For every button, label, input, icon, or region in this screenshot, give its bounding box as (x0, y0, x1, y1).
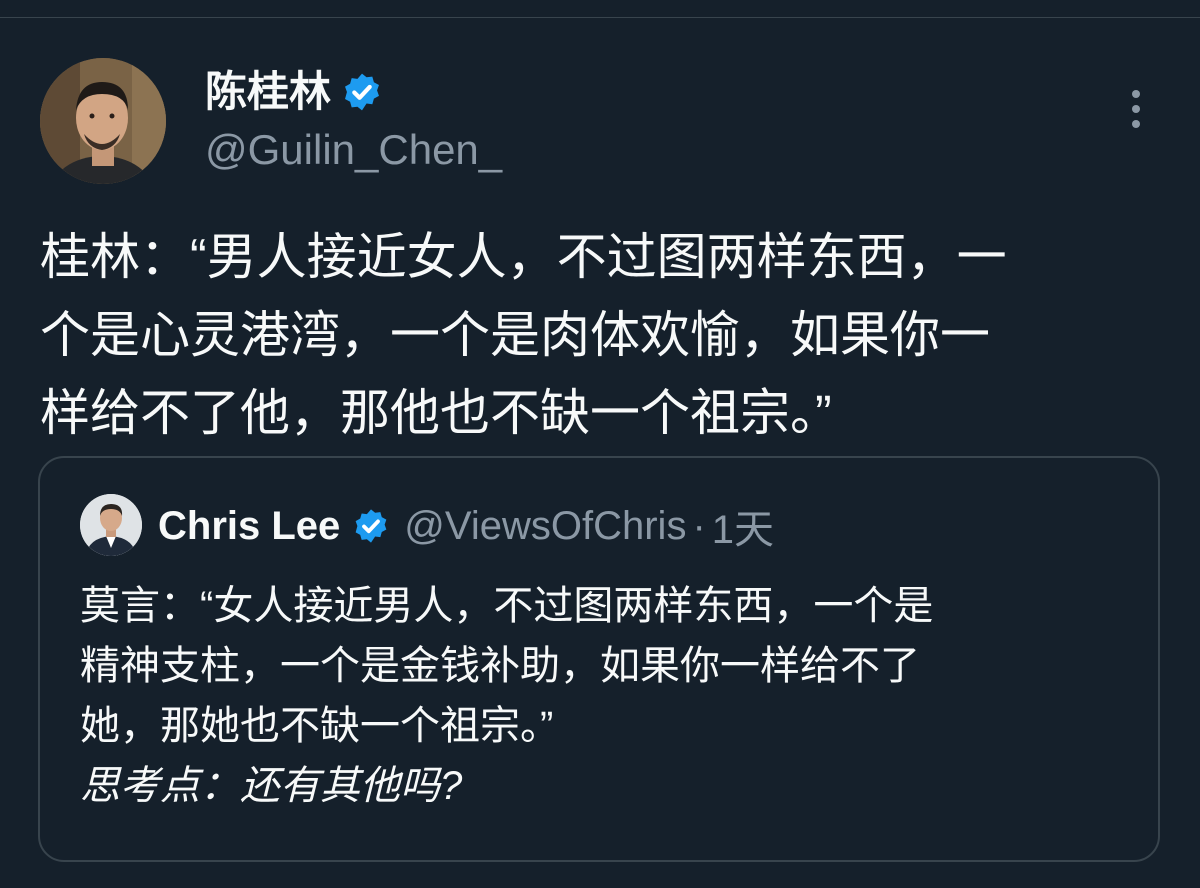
quoted-handle[interactable]: @ViewsOfChris (404, 504, 686, 549)
quoted-text-line: 她，那她也不缺一个祖宗。” (80, 704, 554, 748)
quoted-note-line: 思考点：还有其他吗? (80, 764, 463, 808)
quoted-author-avatar-image (80, 494, 142, 556)
quoted-timestamp[interactable]: 1天 (712, 497, 774, 555)
more-options-button[interactable] (1120, 86, 1152, 132)
verified-badge-icon (352, 507, 390, 545)
author-display-name[interactable]: 陈桂林 (205, 64, 331, 120)
top-divider (0, 17, 1200, 18)
verified-badge-icon (341, 71, 383, 113)
tweet-text-line: 桂林：“男人接近女人，不过图两样东西，一 (40, 229, 1007, 285)
quoted-header: Chris Lee @ViewsOfChris · 1天 (158, 498, 774, 554)
tweet-text-line: 样给不了他，那他也不缺一个祖宗。” (40, 385, 832, 441)
tweet-page: 陈桂林 @Guilin_Chen_ 桂林：“男人接近女人，不过图两样东西，一 个… (0, 0, 1200, 888)
tweet-text-line: 个是心灵港湾，一个是肉体欢愉，如果你一 (40, 307, 990, 363)
quoted-text-line: 精神支柱，一个是金钱补助，如果你一样给不了 (80, 644, 920, 688)
quoted-author-avatar[interactable] (80, 494, 142, 556)
quoted-text-line: 莫言：“女人接近男人，不过图两样东西，一个是 (80, 584, 934, 628)
author-name-row: 陈桂林 (205, 64, 383, 120)
quoted-tweet-card[interactable]: Chris Lee @ViewsOfChris · 1天 莫言：“女人接近男人，… (38, 456, 1160, 862)
author-handle[interactable]: @Guilin_Chen_ (205, 122, 502, 178)
quoted-tweet-text: 莫言：“女人接近男人，不过图两样东西，一个是 精神支柱，一个是金钱补助，如果你一… (80, 576, 1140, 816)
author-avatar[interactable] (40, 58, 166, 184)
quoted-display-name[interactable]: Chris Lee (158, 504, 340, 549)
tweet-text: 桂林：“男人接近女人，不过图两样东西，一 个是心灵港湾，一个是肉体欢愉，如果你一… (40, 218, 1180, 452)
separator-dot: · (692, 503, 706, 548)
more-vertical-icon (1132, 90, 1140, 128)
author-avatar-image (40, 58, 166, 184)
